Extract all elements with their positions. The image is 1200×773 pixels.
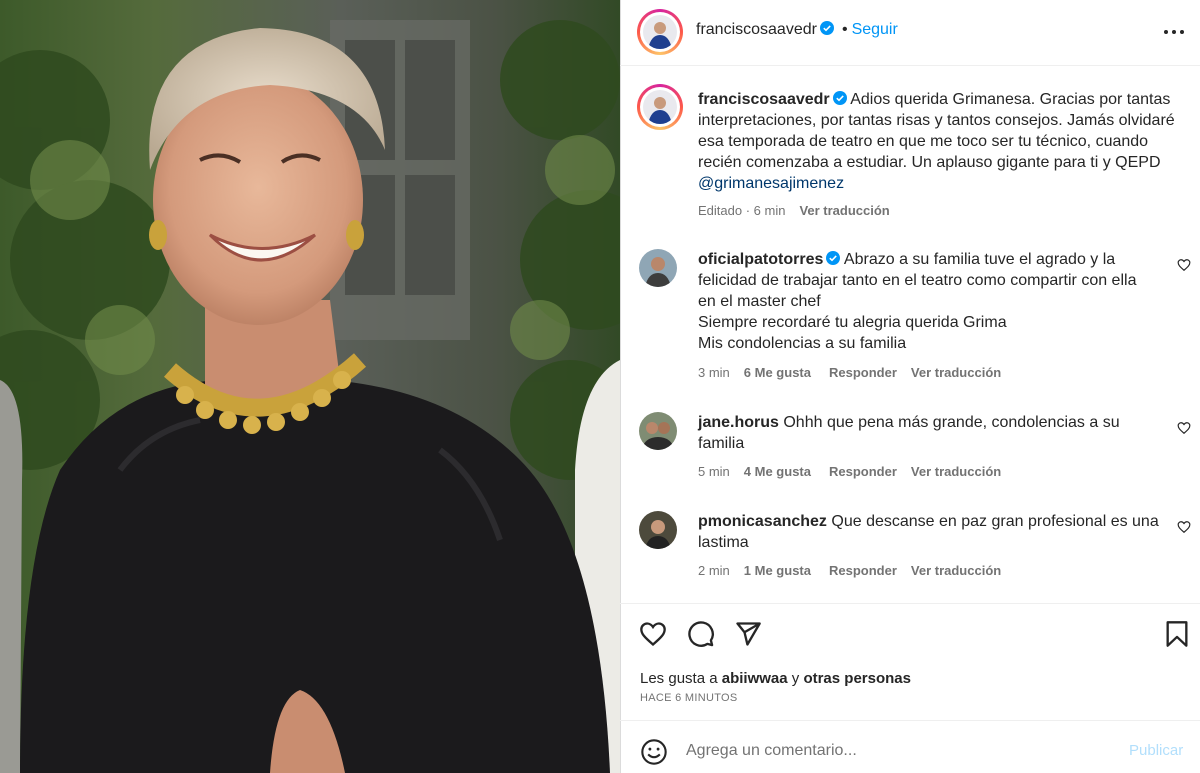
post-header: franciscosaavedr • Seguir — [696, 21, 898, 39]
verified-badge-icon — [832, 91, 847, 105]
likes-middle: y — [791, 670, 800, 687]
comment-avatar[interactable] — [639, 511, 677, 549]
comment-text-line: en el master chef — [698, 293, 821, 310]
posted-time: HACE 6 MINUTOS — [640, 692, 738, 704]
comment-like-heart-icon[interactable] — [1177, 421, 1191, 435]
comment-meta: 5 min 4 Me gusta Responder Ver traducción — [698, 464, 1015, 479]
comment-like-heart-icon[interactable] — [1177, 258, 1191, 272]
likes-user[interactable]: abiiwwaa — [722, 670, 788, 687]
comment-text-line: familia — [698, 435, 745, 452]
comment-username[interactable]: oficialpatotorres — [698, 251, 823, 268]
verified-badge-icon — [826, 251, 841, 265]
comment-time: 2 min — [698, 563, 730, 578]
reply-button[interactable]: Responder — [829, 563, 897, 578]
comment-text-line: Siempre recordaré tu alegria querida Gri… — [698, 314, 1007, 331]
comment-oficialpatotorres: oficialpatotorres Abrazo a su familia tu… — [698, 249, 1168, 354]
comment-text-line: Ohhh que pena más grande, condolencias a… — [783, 414, 1120, 431]
verified-badge-icon — [819, 21, 834, 35]
comment-text-line: felicidad de trabajar tanto en el teatro… — [698, 272, 1137, 289]
emoji-icon[interactable] — [640, 738, 668, 766]
comment-text-line: Abrazo a su familia tuve el agrado y la — [843, 251, 1116, 268]
comment-meta: 2 min 1 Me gusta Responder Ver traducción — [698, 563, 1015, 578]
separator-dot: • — [841, 21, 848, 38]
reply-button[interactable]: Responder — [829, 464, 897, 479]
comment-text-line: lastima — [698, 534, 749, 551]
comment-username[interactable]: pmonicasanchez — [698, 513, 827, 530]
comment-avatar[interactable] — [639, 412, 677, 450]
caption-meta: Editado · 6 min Ver traducción — [698, 203, 904, 218]
likes-summary: Les gusta a abiiwwaa y otras personas — [640, 670, 911, 687]
bookmark-icon[interactable] — [1163, 620, 1191, 648]
translate-link[interactable]: Ver traducción — [911, 365, 1001, 380]
comment-username[interactable]: jane.horus — [698, 414, 779, 431]
caption: franciscosaavedr Adios querida Grimanesa… — [698, 89, 1178, 194]
caption-mention[interactable]: @grimanesajimenez — [698, 175, 844, 192]
caption-avatar — [643, 90, 677, 124]
translate-link[interactable]: Ver traducción — [911, 563, 1001, 578]
comment-time: 3 min — [698, 365, 730, 380]
follow-button[interactable]: Seguir — [852, 21, 898, 38]
caption-username[interactable]: franciscosaavedr — [698, 91, 830, 108]
author-username[interactable]: franciscosaavedr — [696, 21, 817, 38]
comment-avatar[interactable] — [639, 249, 677, 287]
comment-input[interactable]: Agrega un comentario... — [686, 742, 857, 760]
header-divider — [620, 65, 1200, 66]
comment-likes[interactable]: 6 Me gusta — [744, 365, 811, 380]
caption-translate-link[interactable]: Ver traducción — [799, 203, 889, 218]
comment-likes[interactable]: 1 Me gusta — [744, 563, 811, 578]
post-image — [0, 0, 620, 773]
comment-pmonicasanchez: pmonicasanchez Que descanse en paz gran … — [698, 511, 1168, 553]
more-options-icon[interactable] — [1162, 28, 1186, 36]
actions-divider — [620, 603, 1200, 604]
comment-jane-horus: jane.horus Ohhh que pena más grande, con… — [698, 412, 1168, 454]
caption-edited: Editado · 6 min — [698, 203, 786, 218]
composer-divider — [620, 720, 1200, 721]
comment-like-heart-icon[interactable] — [1177, 520, 1191, 534]
author-avatar-ring[interactable] — [637, 9, 683, 55]
comment-text-line: Mis condolencias a su familia — [698, 335, 907, 352]
comment-text-line: Que descanse en paz gran profesional es … — [831, 513, 1159, 530]
reply-button[interactable]: Responder — [829, 365, 897, 380]
post-photo — [0, 0, 620, 773]
caption-avatar-ring[interactable] — [637, 84, 683, 130]
share-icon[interactable] — [734, 620, 762, 648]
comment-likes[interactable]: 4 Me gusta — [744, 464, 811, 479]
comment-icon[interactable] — [687, 620, 715, 648]
comment-meta: 3 min 6 Me gusta Responder Ver traducción — [698, 365, 1015, 380]
likes-prefix: Les gusta a — [640, 670, 718, 687]
comment-time: 5 min — [698, 464, 730, 479]
heart-icon[interactable] — [639, 620, 667, 648]
publish-button[interactable]: Publicar — [1129, 742, 1183, 759]
translate-link[interactable]: Ver traducción — [911, 464, 1001, 479]
likes-others[interactable]: otras personas — [803, 670, 911, 687]
author-avatar — [643, 15, 677, 49]
